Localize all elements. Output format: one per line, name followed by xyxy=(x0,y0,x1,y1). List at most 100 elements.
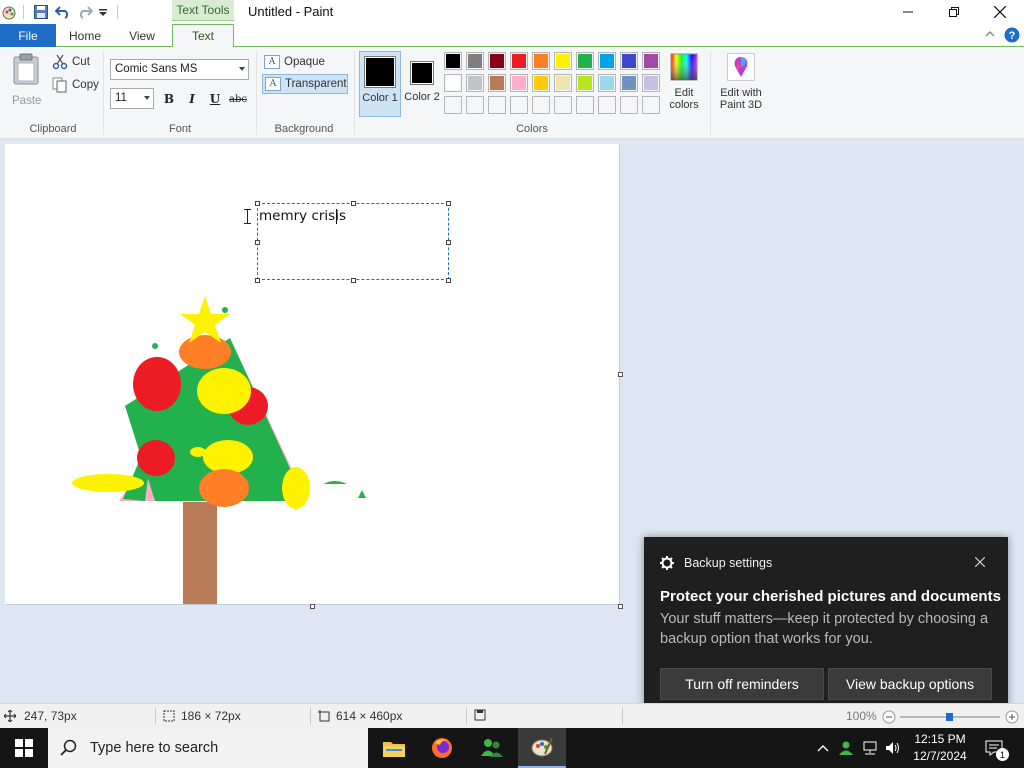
action-center-button[interactable]: 1 xyxy=(980,728,1009,768)
customize-qat-icon[interactable] xyxy=(97,3,109,21)
redo-icon[interactable] xyxy=(76,3,94,21)
show-hidden-icons-button[interactable] xyxy=(814,728,832,768)
palette-swatch-empty[interactable] xyxy=(642,96,660,114)
swatch-color xyxy=(512,98,526,112)
taskbar-people-app[interactable] xyxy=(468,728,516,768)
bold-button[interactable]: B xyxy=(159,90,179,108)
network-button[interactable] xyxy=(860,728,880,768)
palette-swatch[interactable] xyxy=(532,74,550,92)
canvas-resize-handle-right[interactable] xyxy=(618,372,623,377)
strikethrough-button[interactable]: abc xyxy=(228,90,248,108)
edit-with-paint3d-button[interactable]: Edit with Paint 3D xyxy=(714,53,768,117)
palette-swatch[interactable] xyxy=(598,52,616,70)
palette-swatch-empty[interactable] xyxy=(576,96,594,114)
zoom-in-button[interactable] xyxy=(1005,710,1019,727)
palette-swatch[interactable] xyxy=(444,74,462,92)
taskbar-paint[interactable] xyxy=(518,728,566,768)
palette-swatch[interactable] xyxy=(554,74,572,92)
palette-swatch[interactable] xyxy=(466,74,484,92)
ribbon: Paste Cut Copy Clipboard Comic Sans MS 1… xyxy=(0,47,1024,139)
cut-button[interactable]: Cut xyxy=(52,52,90,72)
palette-swatch[interactable] xyxy=(444,52,462,70)
palette-swatch-empty[interactable] xyxy=(444,96,462,114)
people-icon xyxy=(481,739,503,757)
drawing-canvas[interactable] xyxy=(5,144,619,604)
palette-swatch-empty[interactable] xyxy=(466,96,484,114)
palette-swatch[interactable] xyxy=(510,52,528,70)
tab-home[interactable]: Home xyxy=(56,24,114,47)
taskbar: Type here to search 12:15 PM 12/7/2024 1 xyxy=(0,728,1024,768)
taskbar-file-explorer[interactable] xyxy=(370,728,418,768)
backup-notification-toast: Backup settings Protect your cherished p… xyxy=(644,537,1008,717)
swatch-color xyxy=(556,54,570,68)
taskbar-firefox[interactable] xyxy=(418,728,466,768)
palette-swatch[interactable] xyxy=(488,74,506,92)
underline-button[interactable]: U xyxy=(205,90,225,108)
tab-view[interactable]: View xyxy=(114,24,170,47)
palette-swatch-empty[interactable] xyxy=(554,96,572,114)
minimize-icon xyxy=(903,11,913,13)
swatch-color xyxy=(578,76,592,90)
swatch-color xyxy=(644,76,658,90)
toast-close-button[interactable] xyxy=(972,554,988,570)
edit-colors-label: Edit colors xyxy=(669,87,699,111)
palette-swatch-empty[interactable] xyxy=(532,96,550,114)
copy-label: Copy xyxy=(72,79,99,91)
start-button[interactable] xyxy=(0,728,48,768)
palette-swatch[interactable] xyxy=(532,52,550,70)
tab-file[interactable]: File xyxy=(0,24,56,47)
swatch-color xyxy=(446,54,460,68)
help-icon[interactable]: ? xyxy=(1004,27,1020,46)
taskbar-search-box[interactable]: Type here to search xyxy=(48,728,368,768)
font-size-select[interactable]: 11 xyxy=(110,88,154,109)
palette-swatch[interactable] xyxy=(466,52,484,70)
color1-button[interactable]: Color 1 xyxy=(359,51,401,117)
zoom-out-icon xyxy=(882,710,896,724)
italic-button[interactable]: I xyxy=(182,90,202,108)
minimize-button[interactable] xyxy=(885,0,931,24)
taskbar-clock[interactable]: 12:15 PM 12/7/2024 xyxy=(904,731,976,765)
opaque-button[interactable]: A Opaque xyxy=(262,52,348,72)
palette-swatch[interactable] xyxy=(642,52,660,70)
swatch-color xyxy=(622,98,636,112)
palette-swatch[interactable] xyxy=(576,52,594,70)
close-button[interactable] xyxy=(977,0,1023,24)
palette-swatch-empty[interactable] xyxy=(598,96,616,114)
palette-swatch[interactable] xyxy=(488,52,506,70)
palette-swatch[interactable] xyxy=(620,52,638,70)
canvas-resize-handle-corner[interactable] xyxy=(618,604,623,609)
palette-swatch-empty[interactable] xyxy=(510,96,528,114)
view-backup-options-button[interactable]: View backup options xyxy=(828,668,992,700)
palette-swatch-empty[interactable] xyxy=(488,96,506,114)
canvas-resize-handle-bottom[interactable] xyxy=(310,604,315,609)
paste-button[interactable]: Paste xyxy=(8,53,46,109)
chevron-down-icon xyxy=(144,96,150,100)
palette-swatch[interactable] xyxy=(642,74,660,92)
tab-text[interactable]: Text xyxy=(172,24,234,48)
font-family-value: Comic Sans MS xyxy=(115,63,198,75)
turn-off-reminders-button[interactable]: Turn off reminders xyxy=(660,668,824,700)
paste-icon xyxy=(13,53,39,85)
palette-swatch[interactable] xyxy=(598,74,616,92)
swatch-color xyxy=(468,98,482,112)
edit-colors-button[interactable]: Edit colors xyxy=(666,53,702,117)
palette-swatch[interactable] xyxy=(554,52,572,70)
zoom-slider-thumb[interactable] xyxy=(946,713,953,721)
collapse-ribbon-icon[interactable] xyxy=(984,28,996,43)
zoom-out-button[interactable] xyxy=(882,710,896,727)
restore-button[interactable] xyxy=(931,0,977,24)
save-icon[interactable] xyxy=(32,3,50,21)
transparent-button[interactable]: A Transparent xyxy=(262,74,348,94)
swatch-color xyxy=(578,54,592,68)
color2-button[interactable]: Color 2 xyxy=(404,51,440,117)
palette-swatch[interactable] xyxy=(576,74,594,92)
volume-button[interactable] xyxy=(883,728,903,768)
tray-people-icon[interactable] xyxy=(836,728,856,768)
palette-swatch-empty[interactable] xyxy=(620,96,638,114)
color2-swatch xyxy=(410,61,434,85)
font-family-select[interactable]: Comic Sans MS xyxy=(110,59,249,80)
palette-swatch[interactable] xyxy=(620,74,638,92)
copy-button[interactable]: Copy xyxy=(52,75,99,95)
palette-swatch[interactable] xyxy=(510,74,528,92)
undo-icon[interactable] xyxy=(54,3,72,21)
